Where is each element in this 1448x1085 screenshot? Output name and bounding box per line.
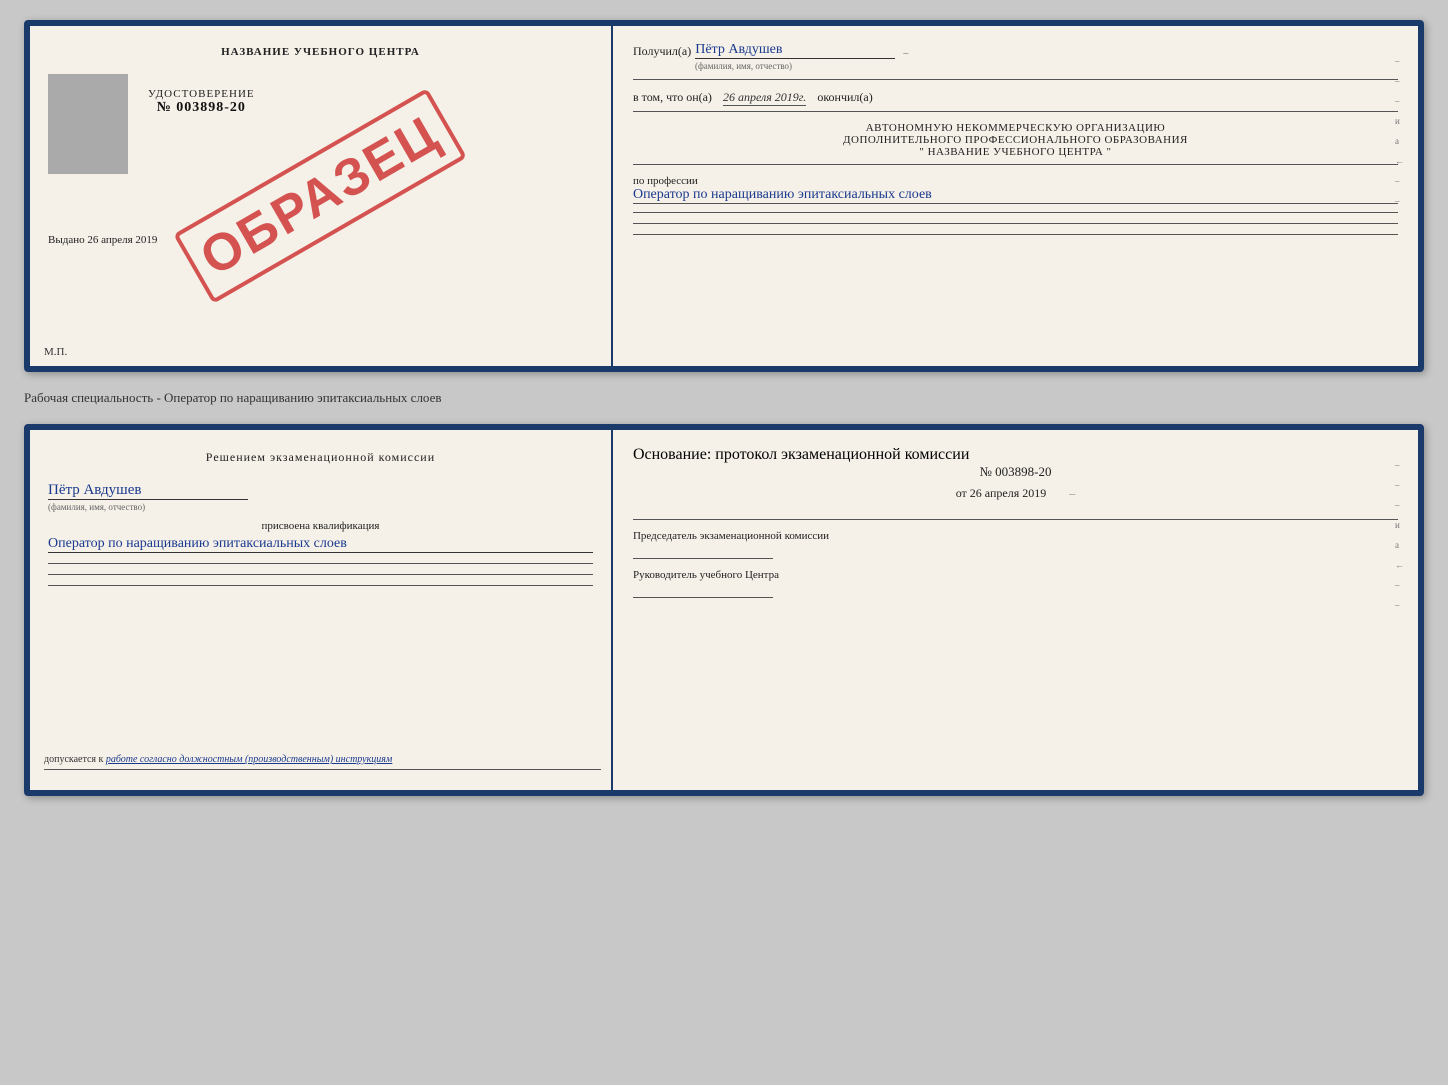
recipient-line: Получил(а) Пётр Авдушев – — [633, 42, 1398, 59]
bottom-cert-left: Решением экзаменационной комиссии Пётр А… — [30, 430, 613, 790]
top-cert-left: НАЗВАНИЕ УЧЕБНОГО ЦЕНТРА УДОСТОВЕРЕНИЕ №… — [30, 26, 613, 366]
bc-line-3: – — [1395, 500, 1404, 510]
top-certificate: НАЗВАНИЕ УЧЕБНОГО ЦЕНТРА УДОСТОВЕРЕНИЕ №… — [24, 20, 1424, 372]
protocol-date-value: 26 апреля 2019 — [970, 486, 1046, 500]
bottom-certificate: Решением экзаменационной комиссии Пётр А… — [24, 424, 1424, 796]
bottom-cert-right: Основание: протокол экзаменационной коми… — [613, 430, 1418, 790]
divider-4 — [633, 212, 1398, 213]
допускается-value: работе согласно должностным (производств… — [106, 754, 392, 765]
director-block: Руководитель учебного Центра — [633, 569, 1398, 598]
top-school-name: НАЗВАНИЕ УЧЕБНОГО ЦЕНТРА — [48, 46, 593, 58]
divider-3 — [633, 164, 1398, 165]
bottom-right-divider — [633, 519, 1398, 520]
допускается-line — [44, 769, 601, 770]
komissia-title: Решением экзаменационной комиссии — [48, 450, 593, 465]
bc-line-1: – — [1395, 460, 1404, 470]
c-line-а: а — [1395, 136, 1404, 146]
recipient-name-top: Пётр Авдушев — [695, 42, 895, 59]
bottom-divider-2 — [48, 574, 593, 575]
org-line3: " НАЗВАНИЕ УЧЕБНОГО ЦЕНТРА " — [633, 146, 1398, 158]
page-wrapper: НАЗВАНИЕ УЧЕБНОГО ЦЕНТРА УДОСТОВЕРЕНИЕ №… — [24, 20, 1424, 796]
between-text: Рабочая специальность - Оператор по нара… — [24, 386, 1424, 410]
profession-block: по профессии Оператор по наращиванию эпи… — [633, 175, 1398, 204]
corner-lines: – – – и а ← – – — [1395, 56, 1404, 206]
protocol-number: № 003898-20 — [633, 464, 1398, 480]
divider-6 — [633, 234, 1398, 235]
bc-line-а: а — [1395, 540, 1404, 550]
profession-value: Оператор по наращиванию эпитаксиальных с… — [633, 187, 1398, 204]
director-signature-line — [633, 597, 773, 598]
допускается-block: допускается к работе согласно должностны… — [44, 754, 601, 774]
bottom-recipient-name: Пётр Авдушев — [48, 482, 248, 500]
org-line2: ДОПОЛНИТЕЛЬНОГО ПРОФЕССИОНАЛЬНОГО ОБРАЗО… — [633, 134, 1398, 146]
chairman-title: Председатель экзаменационной комиссии — [633, 530, 1398, 542]
c-line-5: – — [1395, 196, 1404, 206]
bottom-divider-1 — [48, 563, 593, 564]
chairman-block: Председатель экзаменационной комиссии — [633, 530, 1398, 559]
bottom-recipient-block: Пётр Авдушев — [48, 481, 593, 502]
c-line-4: – — [1395, 176, 1404, 186]
protocol-date: от 26 апреля 2019 – — [633, 486, 1398, 501]
org-line1: АВТОНОМНУЮ НЕКОММЕРЧЕСКУЮ ОРГАНИЗАЦИЮ — [633, 122, 1398, 134]
bottom-divider-3 — [48, 585, 593, 586]
date-prefix: в том, что он(а) — [633, 90, 712, 104]
mp-label: М.П. — [44, 346, 67, 358]
divider-1 — [633, 79, 1398, 80]
fio-hint-top: (фамилия, имя, отчество) — [695, 61, 1398, 71]
director-title: Руководитель учебного Центра — [633, 569, 1398, 581]
recipient-prefix: Получил(а) — [633, 44, 691, 59]
issued-date: Выдано 26 апреля 2019 — [48, 234, 593, 246]
protocol-date-prefix: от — [956, 486, 967, 500]
photo-placeholder — [48, 74, 128, 174]
date-value: 26 апреля 2019г. — [723, 90, 806, 106]
c-line-1: – — [1395, 56, 1404, 66]
org-block: АВТОНОМНУЮ НЕКОММЕРЧЕСКУЮ ОРГАНИЗАЦИЮ ДО… — [633, 122, 1398, 158]
divider-5 — [633, 223, 1398, 224]
osnowanie: Основание: протокол экзаменационной коми… — [633, 446, 1398, 464]
okončil: окончил(а) — [817, 90, 872, 104]
chairman-signature-line — [633, 558, 773, 559]
bc-line-5: – — [1395, 600, 1404, 610]
issued-date-value: 26 апреля 2019 — [87, 234, 157, 246]
profession-label: по профессии — [633, 175, 698, 187]
bottom-fio-hint: (фамилия, имя, отчество) — [48, 502, 593, 512]
date-line: в том, что он(а) 26 апреля 2019г. окончи… — [633, 90, 1398, 105]
qualification-value: Оператор по наращиванию эпитаксиальных с… — [48, 536, 593, 553]
допускается-prefix: допускается к — [44, 754, 103, 765]
bc-line-arrow: ← — [1395, 560, 1404, 570]
c-line-3: – — [1395, 96, 1404, 106]
issued-label: Выдано — [48, 234, 85, 246]
cert-id-number: № 003898-20 — [148, 100, 255, 116]
cert-id-block: УДОСТОВЕРЕНИЕ № 003898-20 — [148, 88, 255, 174]
top-cert-right: Получил(а) Пётр Авдушев – (фамилия, имя,… — [613, 26, 1418, 366]
bc-line-4: – — [1395, 580, 1404, 590]
qualification-label: присвоена квалификация — [48, 520, 593, 532]
bc-line-2: – — [1395, 480, 1404, 490]
c-line-arrow: ← — [1395, 156, 1404, 166]
cert-id-label: УДОСТОВЕРЕНИЕ — [148, 88, 255, 100]
bottom-corner-lines: – – – и а ← – – — [1395, 460, 1404, 610]
divider-2 — [633, 111, 1398, 112]
c-line-и: и — [1395, 116, 1404, 126]
bc-line-и: и — [1395, 520, 1404, 530]
c-line-2: – — [1395, 76, 1404, 86]
